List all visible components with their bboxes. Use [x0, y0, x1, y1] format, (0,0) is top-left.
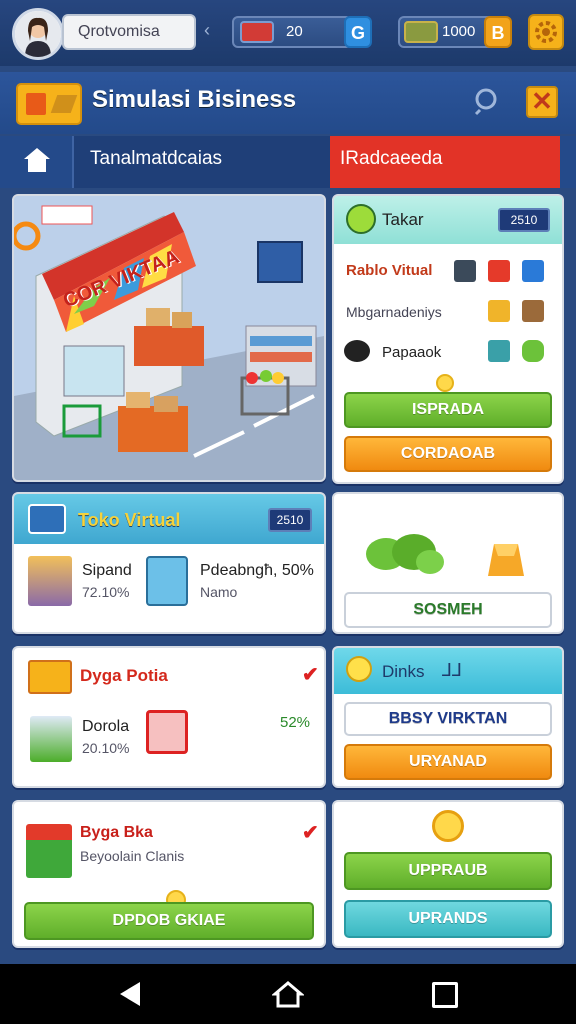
tab-primary[interactable]: Tanalmatdcaias	[72, 136, 330, 188]
card-title: Takar	[382, 210, 424, 229]
resource-1: 20 G	[232, 16, 372, 48]
home-icon[interactable]	[20, 145, 54, 175]
gold-bar-icon	[488, 544, 524, 576]
upgrade-button[interactable]: URYANAD	[344, 744, 552, 780]
card-dyga-potia[interactable]: Dyga Potia ✔ Dorola 20.10% 52%	[12, 646, 326, 788]
row-1-label: Rablo Vitual	[346, 262, 433, 279]
search-icon[interactable]	[472, 86, 502, 116]
row-3-label: Papaaok	[382, 344, 442, 361]
tab-secondary[interactable]: IRadcaeeda	[330, 136, 560, 188]
primary-button[interactable]: ISPRADA	[344, 392, 552, 428]
person-icon	[26, 824, 72, 878]
character-icon	[346, 204, 376, 234]
gear-icon[interactable]	[528, 14, 564, 50]
nav-home-icon[interactable]	[270, 980, 306, 1008]
card-takar: Takar 2510 Rablo Vitual Mbgarnadeniys Pa…	[332, 194, 564, 484]
count-badge: 2510	[268, 508, 312, 532]
check-icon: ✔	[302, 822, 319, 844]
close-icon[interactable]: ✕	[526, 86, 558, 118]
sosmeh-button[interactable]: SOSMEH	[344, 592, 552, 628]
item-value: 20.10%	[82, 740, 130, 756]
signal-icon: ⅃⅃	[442, 660, 463, 680]
upgrade-green-button[interactable]: UPPRAUB	[344, 852, 552, 890]
item-2-sub: Namo	[200, 584, 238, 600]
bottles-icon	[30, 716, 72, 762]
card-title: Toko Virtual	[78, 510, 181, 530]
resource-1-value: 20	[286, 23, 303, 40]
percent-label: 52%	[280, 714, 311, 731]
card-title: Byga Bka	[80, 824, 153, 841]
resource-2-value: 1000	[442, 23, 476, 40]
card-dinks: Dinks ⅃⅃ BBSY VIRKTAN URYANAD	[332, 646, 564, 788]
avatar[interactable]	[12, 8, 64, 60]
chevron-left-icon[interactable]: ‹	[204, 20, 210, 41]
card-toko-virtual[interactable]: Toko Virtual 2510 Sipand 72.10% Pdeabngħ…	[12, 492, 326, 634]
box-icon	[28, 556, 72, 606]
coin-icon	[432, 810, 464, 842]
item-1-value: 72.10%	[82, 584, 130, 600]
resource-2-add-button[interactable]: B	[484, 16, 512, 48]
card-upgrade: SOSMEH	[332, 492, 564, 634]
business-icon	[16, 83, 82, 125]
item-2-name: Pdeabngħ, 50%	[200, 562, 314, 579]
secondary-button[interactable]: CORDAOAB	[344, 436, 552, 472]
key-icon	[346, 656, 372, 682]
card-title: Dinks	[382, 662, 425, 681]
coins-icon	[404, 21, 438, 43]
virtual-button[interactable]: BBSY VIRKTAN	[344, 702, 552, 736]
nav-back-icon[interactable]	[118, 980, 144, 1008]
monitor-icon	[28, 504, 66, 534]
cube-blue-icon	[522, 260, 544, 282]
hint-icon	[436, 374, 454, 392]
leaves-icon	[366, 534, 444, 574]
store-scene[interactable]: COR VIKTAA	[12, 194, 326, 482]
cube-dark-icon	[454, 260, 476, 282]
shop-icon	[28, 660, 72, 694]
item-name: Dorola	[82, 718, 130, 735]
page-title: Simulasi Bisiness	[92, 86, 297, 113]
wallet-icon	[240, 21, 274, 43]
row-2-label: Mbgarnadeniys	[346, 304, 442, 320]
card-subtitle: Beyoolain Clanis	[80, 848, 185, 864]
count-badge: 2510	[498, 208, 550, 232]
cart-icon	[146, 556, 188, 606]
store-illustration	[14, 196, 324, 480]
box-icon	[488, 300, 510, 322]
food-icon	[344, 340, 370, 362]
crate-icon	[522, 300, 544, 322]
leaf-icon	[522, 340, 544, 362]
card-byga-bka[interactable]: Byga Bka ✔ Beyoolain Clanis DPDOB GKIAE	[12, 800, 326, 948]
resource-1-add-button[interactable]: G	[344, 16, 372, 48]
cart-icon	[146, 710, 188, 754]
nav-recent-icon[interactable]	[432, 982, 458, 1008]
upgrade-teal-button[interactable]: UPRANDS	[344, 900, 552, 938]
card-upgrades: UPPRAUB UPRANDS	[332, 800, 564, 948]
phone-icon	[488, 340, 510, 362]
check-icon: ✔	[302, 664, 319, 686]
cube-red-icon	[488, 260, 510, 282]
resource-2: 1000 B	[398, 16, 512, 48]
item-1-name: Sipand	[82, 562, 132, 579]
card-title: Dyga Potia	[80, 666, 168, 685]
action-button[interactable]: DPDOB GKIAE	[24, 902, 314, 940]
player-name: Qrotvomisa	[62, 14, 196, 50]
